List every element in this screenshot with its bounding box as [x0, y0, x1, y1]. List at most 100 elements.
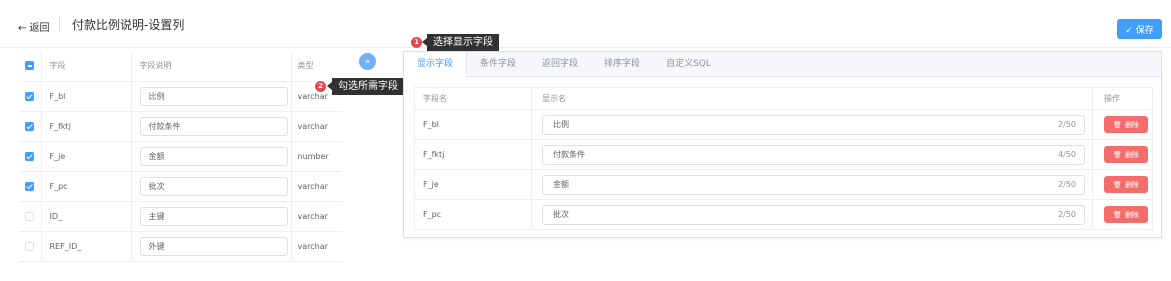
- column-header-display-name: 显示名: [531, 87, 1093, 110]
- char-count: 2/50: [1058, 119, 1076, 129]
- action-cell: 🗑 删除: [1092, 169, 1153, 200]
- tab-1[interactable]: 条件字段: [467, 52, 529, 76]
- row-select-cell: [19, 81, 42, 112]
- config-tabs: 显示字段 条件字段 返回字段 排序字段 自定义SQL: [404, 52, 1161, 78]
- row-select-cell: [19, 141, 42, 172]
- select-all-cell: [19, 51, 42, 82]
- step-badge-1: 1: [411, 37, 422, 48]
- table-row: F_bl 比例 varchar: [19, 81, 342, 112]
- display-name-input[interactable]: 比例 2/50: [542, 114, 1085, 135]
- display-name-input[interactable]: 批次 2/50: [542, 204, 1085, 225]
- row-checkbox[interactable]: [25, 91, 35, 101]
- table-row: F_pc 批次 2/50 🗑 删除: [414, 199, 1153, 230]
- field-name: F_bl: [41, 81, 132, 112]
- table-row: F_je 金额 number: [19, 141, 342, 172]
- display-name-value: 付款条件: [553, 149, 585, 159]
- page-header: ← 返回 付款比例说明-设置列 ✓ 保存: [0, 0, 1171, 48]
- char-count: 2/50: [1058, 179, 1076, 189]
- table-row: F_pc 批次 varchar: [19, 171, 342, 202]
- display-name-cell: 金额 2/50: [531, 169, 1093, 200]
- field-desc-input[interactable]: 批次: [139, 176, 288, 196]
- display-field-name: F_je: [414, 169, 532, 200]
- field-desc-input[interactable]: 比例: [139, 86, 288, 106]
- transfer-button[interactable]: »: [359, 53, 376, 70]
- field-desc-input[interactable]: 付款条件: [139, 116, 288, 136]
- row-checkbox[interactable]: [25, 151, 35, 161]
- row-select-cell: [19, 111, 42, 142]
- action-cell: 🗑 删除: [1092, 199, 1153, 230]
- row-checkbox[interactable]: [25, 211, 35, 221]
- field-name: ID_: [41, 201, 132, 232]
- char-count: 2/50: [1058, 209, 1076, 219]
- field-desc-cell: 批次: [131, 171, 292, 202]
- display-name-cell: 付款条件 4/50: [531, 139, 1093, 170]
- field-name: F_fktj: [41, 111, 132, 142]
- field-type: number: [291, 141, 342, 172]
- display-name-value: 金额: [553, 179, 569, 189]
- row-select-cell: [19, 231, 42, 262]
- delete-button[interactable]: 🗑 删除: [1104, 176, 1148, 193]
- column-header-desc: 字段说明: [131, 51, 292, 82]
- delete-button[interactable]: 🗑 删除: [1104, 116, 1148, 133]
- config-panel: 显示字段 条件字段 返回字段 排序字段 自定义SQL 字段名 显示名 操作 F_bl 比例…: [403, 51, 1162, 238]
- field-desc-cell: 比例: [131, 81, 292, 112]
- select-all-checkbox[interactable]: [25, 61, 35, 71]
- display-field-name: F_fktj: [414, 139, 532, 170]
- field-type: varchar: [291, 171, 342, 202]
- display-name-value: 批次: [553, 209, 569, 219]
- display-field-table: 字段名 显示名 操作 F_bl 比例 2/50 🗑 删除 F_fktj 付款条件 4/50 🗑 删…: [414, 87, 1153, 230]
- display-name-input[interactable]: 付款条件 4/50: [542, 144, 1085, 165]
- field-table-header: 字段 字段说明 类型: [19, 51, 342, 82]
- column-header-type: 类型: [291, 51, 342, 82]
- trash-icon: 🗑: [1113, 120, 1122, 129]
- field-type: varchar: [291, 111, 342, 142]
- table-row: ID_ 主键 varchar: [19, 201, 342, 232]
- trash-icon: 🗑: [1113, 210, 1122, 219]
- display-field-name: F_bl: [414, 109, 532, 140]
- field-desc-cell: 主键: [131, 201, 292, 232]
- display-name-value: 比例: [553, 119, 569, 129]
- field-desc-cell: 付款条件: [131, 111, 292, 142]
- header-divider: [59, 16, 60, 32]
- field-table: 字段 字段说明 类型 F_bl 比例 varchar F_fktj 付款条件 varcha…: [19, 51, 342, 262]
- delete-label: 删除: [1124, 120, 1139, 129]
- tab-0[interactable]: 显示字段: [404, 52, 468, 78]
- char-count: 4/50: [1058, 149, 1076, 159]
- trash-icon: 🗑: [1113, 180, 1122, 189]
- row-checkbox[interactable]: [25, 121, 35, 131]
- tooltip-check-fields: 勾选所需字段: [327, 78, 404, 95]
- action-cell: 🗑 删除: [1092, 109, 1153, 140]
- table-row: F_bl 比例 2/50 🗑 删除: [414, 109, 1153, 140]
- field-name: F_je: [41, 141, 132, 172]
- column-header-field-name: 字段名: [414, 87, 532, 110]
- delete-button[interactable]: 🗑 删除: [1104, 146, 1148, 163]
- column-header-field: 字段: [41, 51, 132, 82]
- tooltip-select-display-fields: 选择显示字段: [422, 34, 499, 51]
- delete-label: 删除: [1124, 210, 1139, 219]
- field-type: varchar: [291, 231, 342, 262]
- step-badge-2: 2: [315, 81, 326, 92]
- tab-4[interactable]: 自定义SQL: [653, 52, 724, 76]
- back-button[interactable]: ← 返回: [18, 19, 50, 34]
- table-row: F_fktj 付款条件 4/50 🗑 删除: [414, 139, 1153, 170]
- column-header-action: 操作: [1092, 87, 1153, 110]
- field-desc-input[interactable]: 外键: [139, 236, 288, 256]
- display-name-cell: 批次 2/50: [531, 199, 1093, 230]
- save-button[interactable]: ✓ 保存: [1117, 19, 1162, 39]
- display-name-input[interactable]: 金额 2/50: [542, 174, 1085, 195]
- delete-label: 删除: [1124, 180, 1139, 189]
- table-row: F_fktj 付款条件 varchar: [19, 111, 342, 142]
- field-desc-input[interactable]: 主键: [139, 206, 288, 226]
- page-title: 付款比例说明-设置列: [72, 18, 185, 32]
- tab-2[interactable]: 返回字段: [529, 52, 591, 76]
- row-select-cell: [19, 201, 42, 232]
- action-cell: 🗑 删除: [1092, 139, 1153, 170]
- field-desc-input[interactable]: 金额: [139, 146, 288, 166]
- tab-3[interactable]: 排序字段: [591, 52, 653, 76]
- row-checkbox[interactable]: [25, 241, 35, 251]
- delete-button[interactable]: 🗑 删除: [1104, 206, 1148, 223]
- field-type: varchar: [291, 201, 342, 232]
- trash-icon: 🗑: [1113, 150, 1122, 159]
- row-select-cell: [19, 171, 42, 202]
- row-checkbox[interactable]: [25, 181, 35, 191]
